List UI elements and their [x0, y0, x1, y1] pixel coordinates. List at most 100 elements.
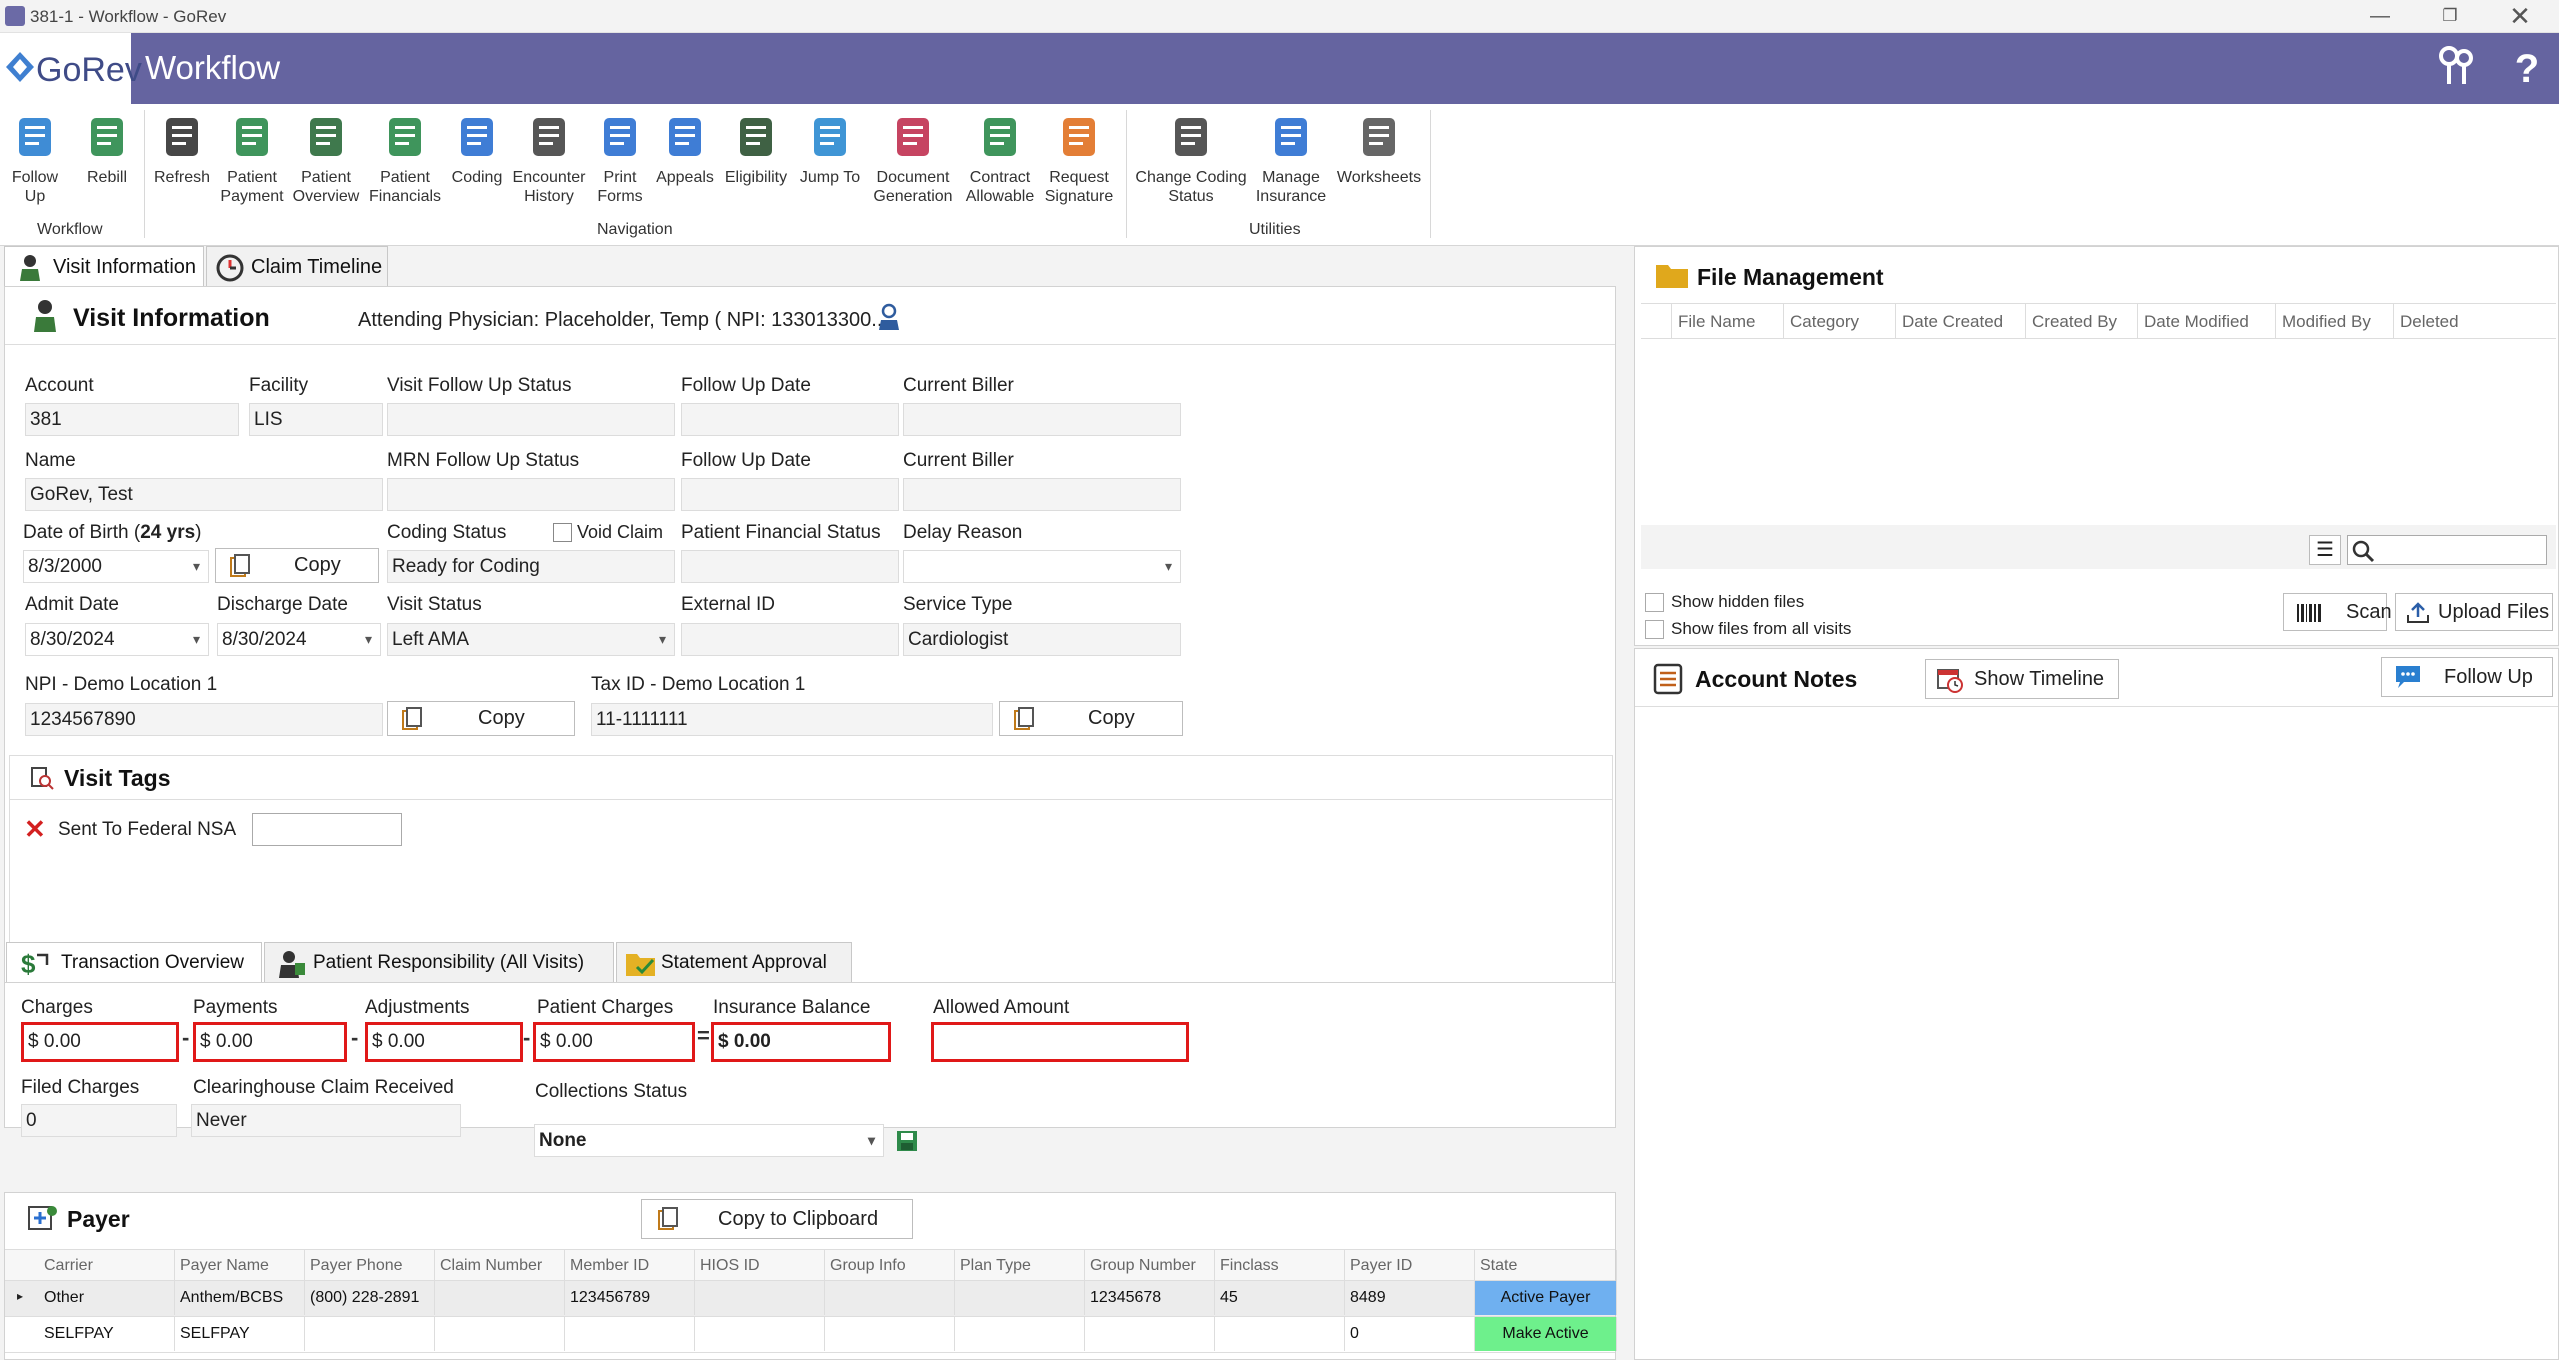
clearinghouse-field[interactable]: Never [191, 1104, 461, 1137]
tab-statement-approval[interactable]: Statement Approval [616, 942, 852, 982]
save-icon[interactable] [896, 1130, 918, 1152]
payer-column-header[interactable]: HIOS ID [695, 1250, 825, 1282]
ribbon-button-worksheets[interactable]: Worksheets [1330, 112, 1428, 187]
payer-column-header[interactable]: Claim Number [435, 1250, 565, 1282]
ribbon-button-appeals[interactable]: Appeals [652, 112, 718, 187]
patient-financial-status-field[interactable] [681, 550, 899, 583]
account-field[interactable]: 381 [25, 403, 239, 436]
payer-column-header[interactable]: Carrier [39, 1250, 175, 1282]
tab-visit-information[interactable]: Visit Information [4, 246, 204, 286]
group-label-navigation: Navigation [597, 221, 673, 238]
remove-tag-icon[interactable]: ✕ [24, 814, 46, 845]
allowed-amount-field[interactable] [931, 1022, 1189, 1062]
name-field[interactable]: GoRev, Test [25, 478, 383, 511]
tab-claim-timeline[interactable]: Claim Timeline [206, 246, 388, 286]
file-column-header[interactable]: File Name [1671, 304, 1783, 340]
filed-charges-field[interactable]: 0 [21, 1104, 177, 1137]
current-biller-field[interactable] [903, 478, 1181, 511]
ribbon-button-change-coding-status[interactable]: Change Coding Status [1130, 112, 1252, 206]
visit-tag-value[interactable] [252, 813, 402, 846]
keys-icon[interactable] [2432, 44, 2482, 94]
tab-transaction-overview[interactable]: $ Transaction Overview [6, 942, 262, 982]
file-column-header[interactable]: Date Created [1895, 304, 2025, 340]
help-icon[interactable]: ? [2502, 44, 2552, 94]
current-biller-field[interactable] [903, 403, 1181, 436]
ribbon-button-patient-overview[interactable]: Patient Overview [290, 112, 362, 206]
void-claim-checkbox[interactable] [553, 523, 572, 542]
menu-icon[interactable]: ☰ [2309, 535, 2341, 565]
tab-patient-responsibility[interactable]: Patient Responsibility (All Visits) [264, 942, 614, 982]
collections-status-select[interactable]: None [534, 1124, 884, 1157]
patient-charges-field[interactable]: $ 0.00 [533, 1022, 695, 1062]
npi-field[interactable]: 1234567890 [25, 703, 383, 736]
follow-up-date-field[interactable] [681, 478, 899, 511]
file-search-input[interactable] [2347, 535, 2547, 565]
restore-button[interactable]: ❐ [2425, 2, 2475, 30]
file-column-header[interactable]: Category [1783, 304, 1895, 340]
scan-button[interactable]: Scan [2283, 593, 2392, 631]
payer-row[interactable]: SELFPAY SELFPAY 0 Make Active [5, 1317, 1617, 1353]
show-hidden-files-checkbox[interactable] [1645, 593, 1664, 612]
service-type-field[interactable]: Cardiologist [903, 623, 1181, 656]
ribbon-button-eligibility[interactable]: Eligibility [718, 112, 794, 187]
delay-reason-select[interactable] [903, 550, 1181, 583]
ribbon-button-follow-up[interactable]: Follow Up [4, 112, 66, 206]
copy-to-clipboard-button[interactable]: Copy to Clipboard [641, 1199, 913, 1239]
dob-field[interactable]: 8/3/2000 [23, 550, 209, 583]
payer-column-header[interactable]: Finclass [1215, 1250, 1345, 1282]
payer-column-header[interactable]: Group Number [1085, 1250, 1215, 1282]
minimize-button[interactable]: — [2355, 2, 2405, 30]
payer-column-header[interactable]: Payer ID [1345, 1250, 1475, 1282]
file-column-header[interactable]: Deleted [2393, 304, 2473, 340]
payer-column-header[interactable]: Group Info [825, 1250, 955, 1282]
notes-follow-up-button[interactable]: Follow Up [2381, 657, 2553, 697]
copy-dob-button[interactable]: Copy [215, 548, 379, 583]
mrn-follow-up-status-field[interactable] [387, 478, 675, 511]
ribbon-button-encounter-history[interactable]: Encounter History [508, 112, 590, 206]
follow-up-date-field[interactable] [681, 403, 899, 436]
copy-npi-button[interactable]: Copy [387, 701, 575, 736]
coding-status-field[interactable]: Ready for Coding [387, 550, 675, 583]
tab-visit-information-label: Visit Information [53, 256, 197, 278]
payer-row[interactable]: ▸ Other Anthem/BCBS (800) 228-2891 123456789… [5, 1281, 1617, 1317]
external-id-field[interactable] [681, 623, 899, 656]
visit-status-select[interactable]: Left AMA [387, 623, 675, 656]
visit-follow-up-status-field[interactable] [387, 403, 675, 436]
ribbon-button-coding[interactable]: Coding [442, 112, 512, 187]
insurance-balance-field[interactable]: $ 0.00 [711, 1022, 891, 1062]
payer-state-button[interactable]: Active Payer [1475, 1281, 1617, 1315]
payer-column-header[interactable]: Payer Name [175, 1250, 305, 1282]
show-all-visits-checkbox[interactable] [1645, 620, 1664, 639]
file-column-header[interactable]: Modified By [2275, 304, 2393, 340]
discharge-date-field[interactable]: 8/30/2024 [217, 623, 381, 656]
charges-field[interactable]: $ 0.00 [21, 1022, 179, 1062]
physician-icon[interactable] [877, 303, 901, 331]
payer-column-header[interactable]: State [1475, 1250, 1617, 1282]
payer-cell: SELFPAY [39, 1317, 175, 1351]
admit-date-field[interactable]: 8/30/2024 [25, 623, 209, 656]
tax-id-field[interactable]: 11-1111111 [591, 703, 993, 736]
file-column-header[interactable]: Created By [2025, 304, 2137, 340]
copy-tax-id-button[interactable]: Copy [999, 701, 1183, 736]
facility-field[interactable]: LIS [249, 403, 383, 436]
payer-state-button[interactable]: Make Active [1475, 1317, 1617, 1351]
ribbon-button-contract-allowable[interactable]: Contract Allowable [962, 112, 1038, 206]
ribbon-button-patient-financials[interactable]: Patient Financials [368, 112, 442, 206]
file-column-header[interactable]: Date Modified [2137, 304, 2275, 340]
show-timeline-button[interactable]: Show Timeline [1925, 659, 2119, 699]
ribbon-button-manage-insurance[interactable]: Manage Insurance [1254, 112, 1328, 206]
adjustments-field[interactable]: $ 0.00 [365, 1022, 523, 1062]
payments-field[interactable]: $ 0.00 [193, 1022, 347, 1062]
ribbon-button-patient-payment[interactable]: Patient Payment [218, 112, 286, 206]
ribbon-button-rebill[interactable]: Rebill [78, 112, 136, 187]
ribbon-button-request-signature[interactable]: Request Signature [1038, 112, 1120, 206]
payer-column-header[interactable]: Payer Phone [305, 1250, 435, 1282]
upload-files-button[interactable]: Upload Files [2395, 593, 2553, 631]
ribbon-button-jump-to[interactable]: Jump To [796, 112, 864, 187]
payer-column-header[interactable]: Member ID [565, 1250, 695, 1282]
ribbon-button-document-generation[interactable]: Document Generation [868, 112, 958, 206]
payer-column-header[interactable]: Plan Type [955, 1250, 1085, 1282]
ribbon-button-refresh[interactable]: Refresh [152, 112, 212, 187]
close-button[interactable]: ✕ [2495, 2, 2545, 30]
ribbon-button-print[interactable]: Print Forms [588, 112, 652, 206]
